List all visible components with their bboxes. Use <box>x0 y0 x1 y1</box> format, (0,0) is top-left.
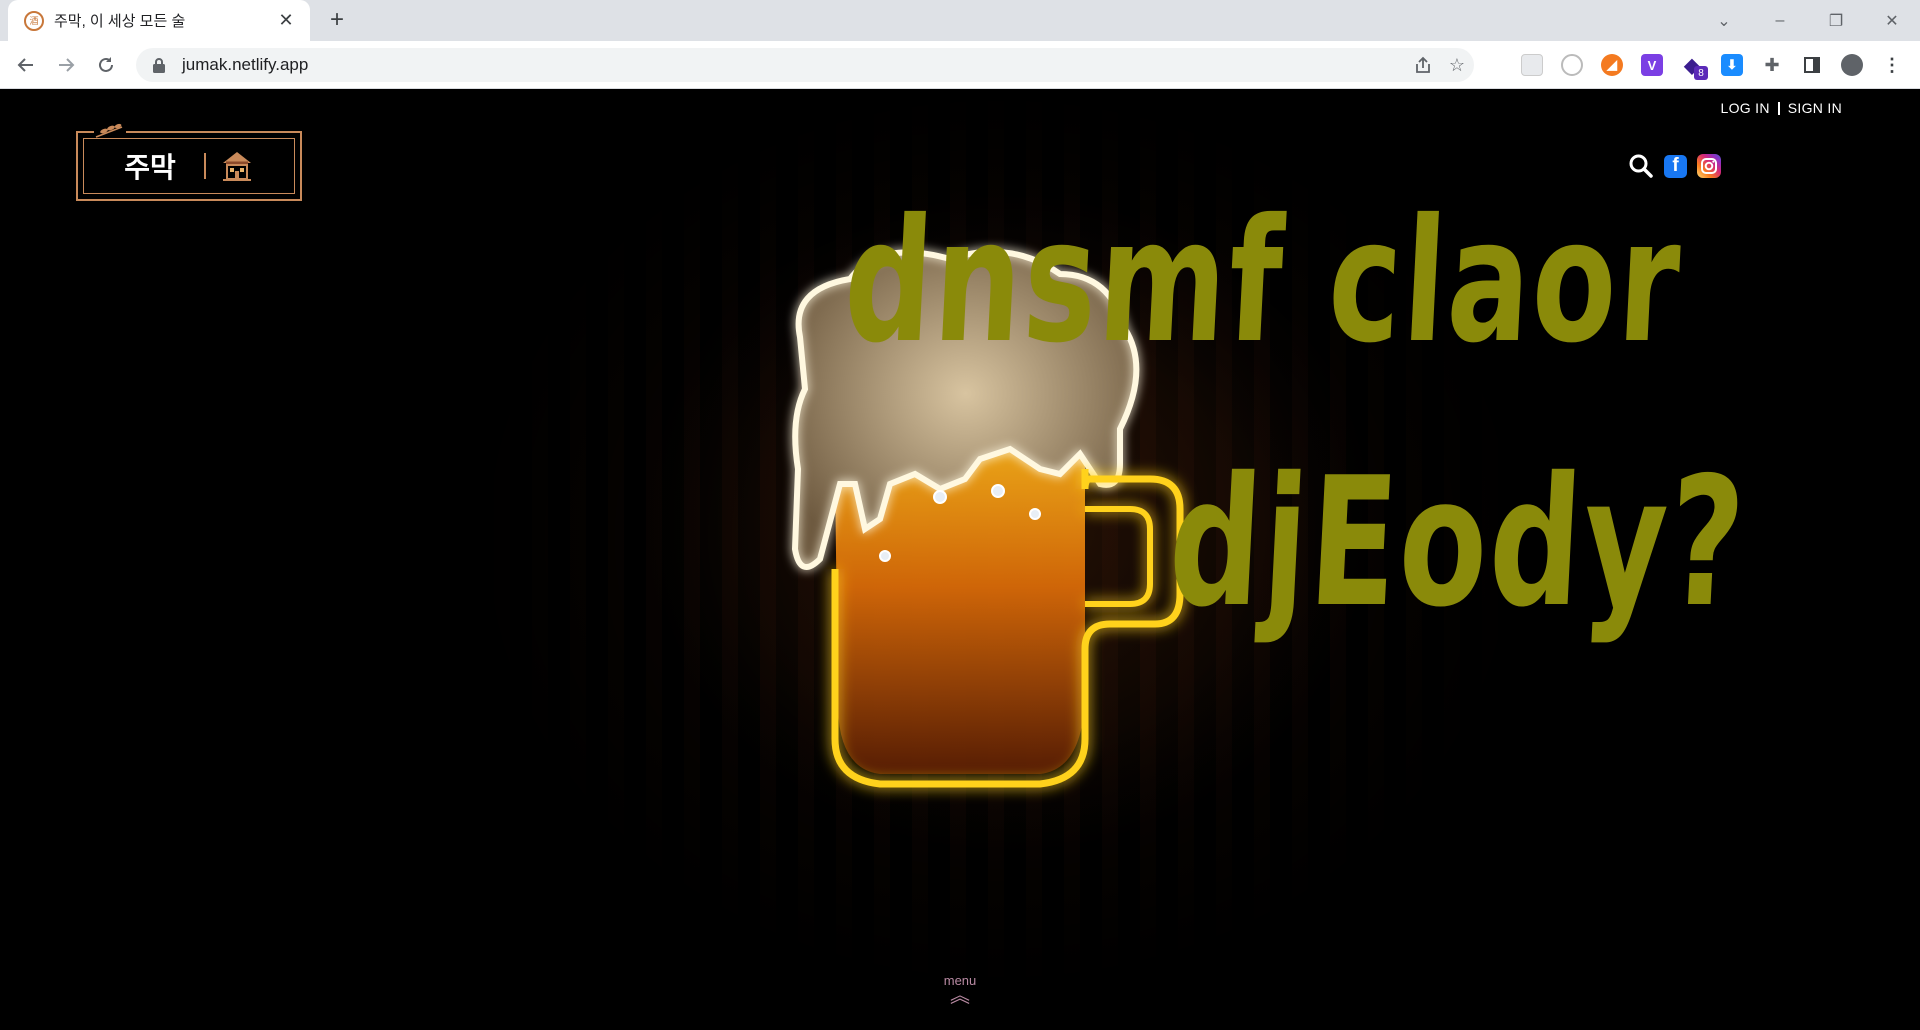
hero-text-line2: djEody? <box>1164 439 1752 646</box>
tab-strip: 酒 주막, 이 세상 모든 술 ✕ + ⌄ – ❐ ✕ <box>0 0 1920 41</box>
tavern-icon <box>222 152 251 181</box>
lock-icon <box>153 58 165 73</box>
new-tab-button[interactable]: + <box>322 6 352 36</box>
menu-toggle-button[interactable]: menu ︽ <box>930 973 990 1007</box>
site-logo[interactable]: 주막 <box>76 123 302 201</box>
browser-toolbar: jumak.netlify.app ☆ ◢ V ◆ 8 ⬇ ✚ ⋮ <box>0 41 1920 89</box>
forward-arrow-icon <box>59 58 75 72</box>
share-icon[interactable] <box>1406 48 1440 82</box>
extension-gem-icon[interactable]: ◆ 8 <box>1676 49 1708 81</box>
address-bar[interactable]: jumak.netlify.app ☆ <box>136 48 1474 82</box>
signin-link[interactable]: SIGN IN <box>1788 100 1842 116</box>
tab-title: 주막, 이 세상 모든 술 <box>54 13 186 30</box>
extension-v-icon[interactable]: V <box>1636 49 1668 81</box>
back-button[interactable] <box>10 49 42 81</box>
logo-frame: 주막 <box>83 138 295 194</box>
forward-button[interactable] <box>50 49 82 81</box>
extension-grid-icon[interactable] <box>1516 49 1548 81</box>
extension-orange-icon[interactable]: ◢ <box>1596 49 1628 81</box>
facebook-icon[interactable]: f <box>1664 154 1687 178</box>
back-arrow-icon <box>17 58 33 72</box>
tab-search-icon[interactable]: ⌄ <box>1696 3 1752 39</box>
side-panel-icon[interactable] <box>1796 49 1828 81</box>
header-actions: f <box>1628 153 1721 179</box>
search-icon[interactable] <box>1628 153 1654 179</box>
favicon-icon: 酒 <box>24 10 44 31</box>
instagram-icon[interactable] <box>1697 154 1721 178</box>
logo-text: 주막 <box>124 151 176 184</box>
profile-avatar-icon[interactable] <box>1836 49 1868 81</box>
window-controls: ⌄ – ❐ ✕ <box>1696 0 1920 41</box>
extension-target-icon[interactable] <box>1556 49 1588 81</box>
wheat-icon <box>94 123 126 139</box>
hero-text-line1: dnsmf claor <box>840 183 1687 381</box>
star-icon[interactable]: ☆ <box>1440 48 1474 82</box>
reload-icon <box>99 57 113 72</box>
login-link[interactable]: LOG IN <box>1721 100 1770 116</box>
kebab-menu-icon[interactable]: ⋮ <box>1876 49 1908 81</box>
extension-download-icon[interactable]: ⬇ <box>1716 49 1748 81</box>
tab-close-icon[interactable]: ✕ <box>276 10 296 31</box>
reload-button[interactable] <box>90 49 122 81</box>
puzzle-icon[interactable]: ✚ <box>1756 49 1788 81</box>
extensions-bar: ◢ V ◆ 8 ⬇ ✚ ⋮ <box>1516 49 1908 81</box>
page-viewport: LOG IN SIGN IN 주막 f dnsmf claor djEody? … <box>0 89 1920 1030</box>
url-text: jumak.netlify.app <box>182 55 309 74</box>
logo-divider <box>203 153 206 179</box>
browser-tab[interactable]: 酒 주막, 이 세상 모든 술 ✕ <box>8 0 310 41</box>
minimize-button[interactable]: – <box>1752 3 1808 39</box>
extension-badge: 8 <box>1694 66 1708 80</box>
auth-links: LOG IN SIGN IN <box>1721 100 1842 116</box>
close-window-button[interactable]: ✕ <box>1864 3 1920 39</box>
auth-divider <box>1777 101 1780 115</box>
restore-button[interactable]: ❐ <box>1808 3 1864 39</box>
chevron-up-icon: ︽ <box>950 985 970 1007</box>
